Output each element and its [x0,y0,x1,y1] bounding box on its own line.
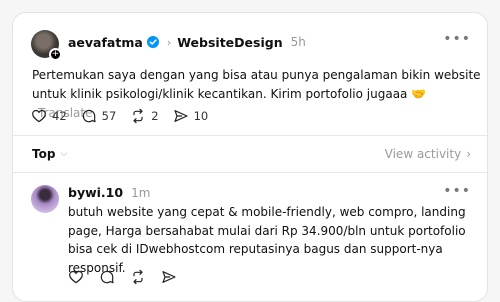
repost-icon [133,108,143,124]
reply-actions [68,269,192,285]
post-actions: 42 57 2 10 [31,108,222,124]
heart-icon [32,109,46,123]
send-icon [174,110,188,122]
chevron-down-icon: ⌵ [60,149,68,159]
like-button[interactable]: 42 [31,108,67,124]
sort-dropdown[interactable]: Top ⌵ [32,147,67,161]
reply-post: bywi.10 1m ••• butuh website yang cepat … [13,173,487,301]
reply-text: butuh website yang cepat & mobile-friend… [68,205,466,275]
reply-header: bywi.10 1m [68,185,150,200]
reply-username[interactable]: bywi.10 [68,185,123,200]
chevron-right-icon: › [466,147,471,161]
like-count: 42 [52,109,67,123]
post-text: Pertemukan saya dengan yang bisa atau pu… [32,68,481,101]
topic-tag[interactable]: WebsiteDesign [177,35,282,50]
replies-sort-bar: Top ⌵ View activity › [13,136,487,170]
post-time: 5h [290,35,306,49]
chevron-right-icon: › [166,35,172,49]
sort-label: Top [32,147,56,161]
reply-more-options-button[interactable]: ••• [443,183,471,199]
repost-button[interactable]: 2 [130,108,159,124]
view-activity-label: View activity [384,147,462,161]
comment-count: 57 [101,109,117,123]
share-count: 10 [193,109,209,123]
repost-count: 2 [151,109,159,123]
author-avatar[interactable]: + [31,30,62,61]
main-post: + aevafatma › WebsiteDesign 5h ••• Perte… [13,13,487,135]
more-options-button[interactable]: ••• [443,31,471,47]
comment-icon [82,109,96,123]
reply-avatar[interactable] [31,185,59,213]
reply-time: 1m [131,185,151,200]
verified-badge-icon [146,36,159,48]
thread-card: + aevafatma › WebsiteDesign 5h ••• Perte… [12,12,488,302]
share-button[interactable]: 10 [173,108,209,124]
heart-icon[interactable] [68,269,84,285]
view-activity-link[interactable]: View activity › [385,147,471,161]
follow-plus-icon[interactable]: + [49,48,62,61]
post-header: aevafatma › WebsiteDesign 5h [68,33,306,51]
comment-button[interactable]: 57 [81,108,117,124]
send-icon[interactable] [161,269,177,285]
author-username[interactable]: aevafatma [68,35,143,50]
repost-icon[interactable] [130,269,146,285]
comment-icon[interactable] [99,269,115,285]
